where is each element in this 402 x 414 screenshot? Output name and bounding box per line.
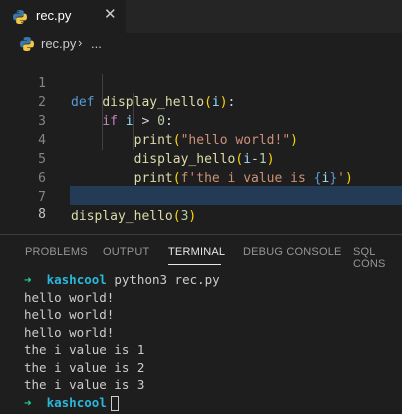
code-token: ( <box>172 209 181 224</box>
code-line: 5 print(f'the i value is {i}') <box>0 131 402 186</box>
tab-rec-py[interactable]: rec.py ✕ <box>0 0 126 33</box>
prompt-arrow-icon: ➜ <box>24 394 32 410</box>
active-tab-indicator <box>168 264 221 265</box>
prompt-host: kashcool <box>46 272 107 287</box>
code-token: display_hello <box>71 209 173 224</box>
terminal-cursor <box>110 395 119 411</box>
terminal-line: the i value is 1 <box>24 342 145 357</box>
terminal-line: the i value is 2 <box>24 359 145 375</box>
breadcrumb-file[interactable]: rec.py <box>41 36 76 51</box>
tab-debug-console[interactable]: DEBUG CONSOLE <box>243 246 342 258</box>
code-line: 8 <box>0 186 402 222</box>
breadcrumb-separator: › <box>78 35 83 50</box>
terminal-prompt-line: ➜ kashcool <box>24 394 220 412</box>
terminal-line: the i value is 3 <box>24 377 145 392</box>
code-token: ) <box>188 209 197 224</box>
python-file-icon <box>13 10 27 24</box>
close-tab-icon[interactable]: ✕ <box>104 6 117 24</box>
code-line: 2 if i > 0: <box>0 74 402 129</box>
prompt-arrow-icon: ➜ <box>24 272 32 287</box>
python-file-icon <box>20 37 34 51</box>
terminal-line: hello world! <box>24 324 115 340</box>
prompt-host: kashcool <box>46 394 107 410</box>
tab-label: rec.py <box>36 8 72 23</box>
tab-problems[interactable]: PROBLEMS <box>25 246 88 258</box>
tab-terminal[interactable]: TERMINAL <box>168 246 225 258</box>
editor-tab-bar: rec.py ✕ <box>0 0 402 33</box>
terminal-command: python3 rec.py <box>114 272 220 287</box>
code-line: 3 print("hello world!") <box>0 93 402 148</box>
bottom-panel: PROBLEMS OUTPUT TERMINAL DEBUG CONSOLE S… <box>0 234 402 414</box>
code-line: 6 <box>0 150 402 186</box>
terminal-line: hello world! <box>24 289 115 305</box>
breadcrumb: rec.py › ... <box>0 33 402 55</box>
code-editor[interactable]: 1 def display_hello(i): 2 if i > 0: 3 pr… <box>0 55 402 225</box>
terminal-prompt-line: ➜ kashcool python3 rec.py <box>24 271 220 289</box>
terminal-line: hello world! <box>24 307 115 322</box>
line-number: 8 <box>38 207 46 222</box>
tab-sql-console[interactable]: SQL CONS <box>353 246 402 270</box>
breadcrumb-symbols[interactable]: ... <box>91 36 102 51</box>
code-line: 4 display_hello(i-1) <box>0 112 402 167</box>
code-line: 1 def display_hello(i): <box>0 55 402 110</box>
terminal-output[interactable]: ➜ kashcool python3 rec.py hello world! h… <box>24 271 220 411</box>
tab-output[interactable]: OUTPUT <box>103 246 149 258</box>
